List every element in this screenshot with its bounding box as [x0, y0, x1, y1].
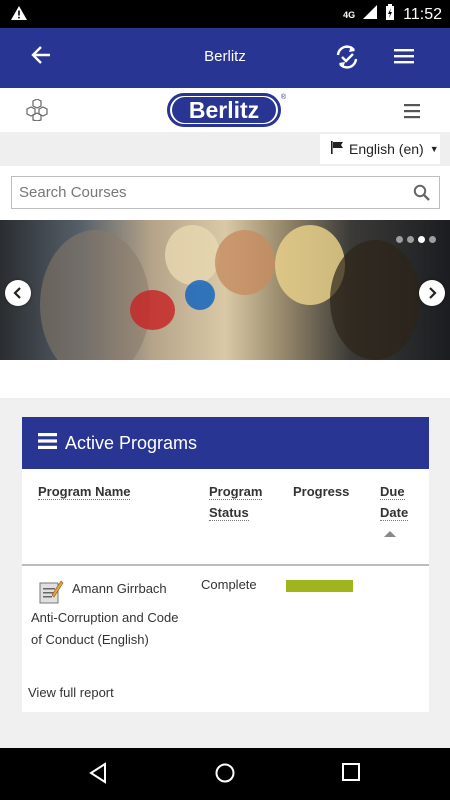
program-status: Complete: [201, 577, 257, 592]
hamburger-menu-icon[interactable]: [392, 46, 416, 71]
flag-icon: [331, 141, 343, 157]
system-nav-bar: [0, 748, 450, 800]
carousel-dot[interactable]: [429, 236, 436, 243]
column-header-program-status[interactable]: Program Status: [209, 481, 263, 523]
back-triangle-icon[interactable]: [88, 762, 108, 789]
image-detail: [130, 290, 175, 330]
image-detail: [330, 240, 420, 360]
carousel-image: [40, 230, 150, 360]
column-header-progress: Progress: [293, 484, 350, 499]
network-type: 4G: [343, 9, 356, 20]
column-header-label: Program: [209, 484, 263, 500]
image-detail: [185, 280, 215, 310]
recents-square-icon[interactable]: [341, 762, 361, 787]
program-name-line3[interactable]: of Conduct (English): [31, 629, 149, 651]
column-header-due-date[interactable]: Due Date: [380, 481, 409, 523]
image-detail: [165, 225, 220, 285]
signal-icon: [363, 5, 378, 24]
caret-down-icon: ▼: [429, 144, 439, 154]
sort-ascending-icon[interactable]: [384, 525, 396, 543]
registered-mark: ®: [280, 94, 286, 101]
sync-icon[interactable]: [333, 42, 361, 77]
carousel-dot[interactable]: [396, 236, 403, 243]
battery-icon: [385, 4, 395, 25]
card-header: Active Programs: [22, 417, 429, 469]
logo-text: Berlitz: [172, 97, 276, 123]
language-bar: English (en) ▼: [0, 132, 450, 166]
hero-carousel[interactable]: [0, 220, 450, 360]
column-header-program-name[interactable]: Program Name: [38, 481, 131, 502]
table-divider: [22, 564, 429, 566]
warning-icon: [10, 5, 28, 26]
column-header-label: Program Name: [38, 484, 131, 500]
app-bar: Berlitz: [0, 28, 450, 88]
active-programs-card: Active Programs Program Name Program Sta…: [22, 417, 429, 712]
carousel-next-button[interactable]: [419, 280, 445, 306]
language-label: English (en): [349, 141, 424, 157]
carousel-prev-button[interactable]: [5, 280, 31, 306]
course-document-icon: [38, 579, 64, 610]
chevron-left-icon: [13, 287, 21, 299]
carousel-dots: [396, 236, 436, 243]
carousel-dot[interactable]: [407, 236, 414, 243]
search-box: [11, 176, 440, 209]
list-icon: [38, 432, 57, 454]
clock: 11:52: [403, 5, 442, 23]
cubes-icon[interactable]: [25, 98, 49, 126]
program-name-line1[interactable]: Amann Girrbach: [72, 578, 167, 600]
carousel-dot-active[interactable]: [418, 236, 425, 243]
site-header: Berlitz ®: [0, 88, 450, 132]
search-input[interactable]: [12, 177, 392, 208]
site-menu-icon[interactable]: [403, 103, 421, 124]
chevron-right-icon: [429, 287, 437, 299]
column-header-label: Status: [209, 505, 249, 521]
program-name-line2[interactable]: Anti-Corruption and Code: [31, 607, 178, 629]
berlitz-logo[interactable]: Berlitz ®: [167, 93, 286, 127]
language-selector[interactable]: English (en) ▼: [320, 134, 440, 164]
column-header-label: Date: [380, 505, 409, 521]
home-circle-icon[interactable]: [214, 762, 236, 789]
status-bar: 4G 11:52: [0, 0, 450, 28]
progress-bar: [286, 580, 353, 592]
card-title: Active Programs: [65, 432, 198, 453]
column-header-label: Due: [380, 484, 405, 500]
app-title: Berlitz: [204, 48, 246, 65]
search-icon[interactable]: [413, 184, 430, 206]
view-full-report-link[interactable]: View full report: [28, 685, 114, 700]
image-detail: [215, 230, 275, 295]
